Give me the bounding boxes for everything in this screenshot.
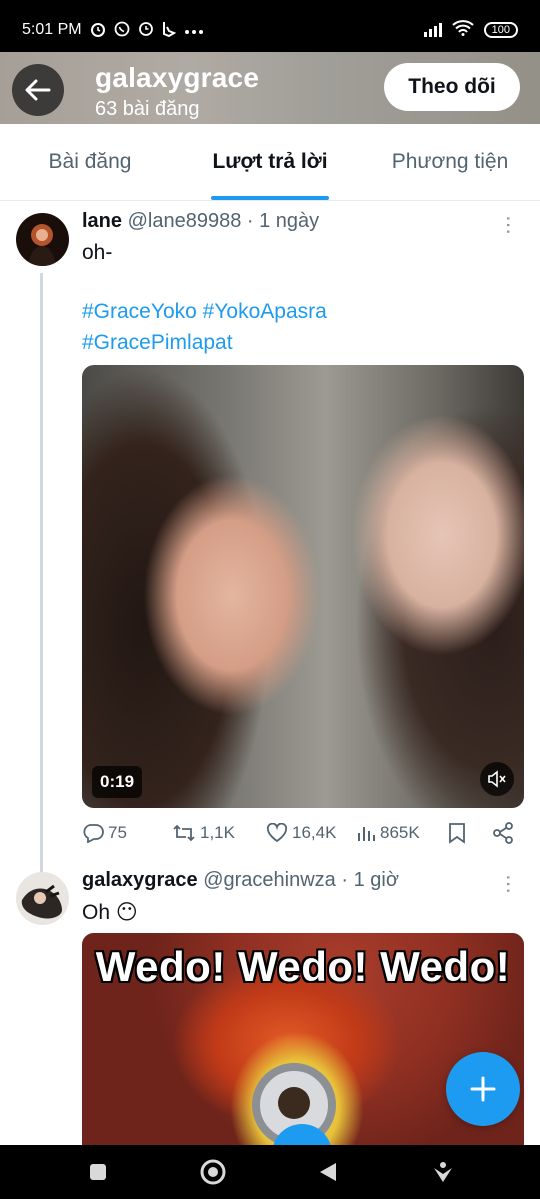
post-count: 63 bài đăng	[95, 98, 200, 120]
avatar[interactable]	[16, 213, 69, 266]
tweet-actions: 75 1,1K 16,4K 865K	[82, 818, 522, 848]
analytics-icon	[358, 827, 375, 841]
thread-line	[40, 273, 43, 873]
signal-icon	[423, 23, 442, 37]
heart-icon	[266, 823, 288, 843]
tab-posts[interactable]: Bài đăng	[0, 124, 180, 200]
bookmark-icon	[449, 823, 465, 844]
notification-icons	[90, 21, 204, 40]
tweet-time[interactable]: · 1 ngày	[247, 210, 319, 232]
status-time: 5:01 PM	[22, 21, 82, 38]
battery-icon: 100	[483, 22, 518, 38]
profile-name: galaxygrace	[95, 62, 260, 93]
author-name[interactable]: galaxygrace	[82, 869, 198, 891]
back-button[interactable]	[12, 64, 64, 116]
assistant-icon	[433, 1162, 452, 1182]
arrow-left-icon	[25, 79, 51, 101]
square-icon	[89, 1164, 106, 1180]
bookmark-button[interactable]	[448, 822, 492, 844]
system-nav-bar	[0, 1145, 540, 1199]
speaker-muted-icon	[488, 770, 506, 788]
wifi-icon	[451, 19, 474, 41]
avatar[interactable]	[16, 872, 69, 925]
author-name[interactable]: lane	[82, 210, 122, 232]
tab-label: Phương tiện	[391, 150, 509, 173]
back-nav-button[interactable]	[308, 1152, 348, 1192]
avatar-image	[16, 213, 69, 266]
author-handle[interactable]: @lane89988	[128, 210, 242, 232]
home-button[interactable]	[193, 1152, 233, 1192]
retweet-button[interactable]: 1,1K	[172, 823, 266, 843]
reply-count: 75	[108, 823, 127, 842]
plus-icon	[470, 1076, 496, 1102]
reply-button[interactable]: 75	[82, 823, 172, 843]
avatar-image	[16, 872, 69, 925]
tweet-text: Oh 😶	[82, 901, 138, 924]
retweet-icon	[173, 824, 195, 842]
share-button[interactable]	[492, 822, 522, 844]
like-count: 16,4K	[292, 823, 337, 842]
assistant-button[interactable]	[423, 1152, 463, 1192]
recents-button[interactable]	[78, 1152, 118, 1192]
video-player[interactable]: 0:19	[82, 365, 524, 808]
tab-label: Lượt trả lời	[212, 150, 328, 173]
follow-button[interactable]: Theo dõi	[384, 63, 520, 111]
retweet-count: 1,1K	[200, 823, 235, 842]
author-handle[interactable]: @gracehinwza	[203, 869, 336, 891]
share-icon	[493, 822, 513, 844]
hashtag-line[interactable]: #GracePimlapat	[82, 331, 233, 355]
more-icon	[184, 23, 204, 38]
triangle-back-icon	[319, 1163, 336, 1181]
status-bar: 5:01 PM 100	[0, 0, 540, 60]
alarm-clock-icon	[90, 21, 106, 40]
tweet-meta: lane @lane89988 · 1 ngày	[82, 210, 319, 233]
mute-button[interactable]	[480, 762, 514, 796]
more-options-icon[interactable]: ⋯	[497, 874, 519, 894]
video-frame	[82, 365, 524, 808]
tab-media[interactable]: Phương tiện	[360, 124, 540, 200]
views-button[interactable]: 865K	[356, 823, 448, 843]
tab-label: Bài đăng	[48, 150, 132, 173]
tweet[interactable]: lane @lane89988 · 1 ngày ⋯ oh- #GraceYok…	[0, 201, 540, 873]
tweet-text: oh-	[82, 241, 113, 264]
tab-replies[interactable]: Lượt trả lời	[180, 124, 360, 200]
video-duration: 0:19	[92, 766, 143, 798]
profile-tabs: Bài đăng Lượt trả lời Phương tiện	[0, 124, 540, 201]
more-options-icon[interactable]: ⋯	[497, 215, 519, 235]
profile-header: galaxygrace 63 bài đăng Theo dõi	[0, 52, 540, 124]
like-button[interactable]: 16,4K	[266, 823, 356, 843]
status-right: 100	[423, 19, 518, 41]
alarm-icon	[138, 21, 154, 40]
reply-icon	[83, 824, 104, 843]
compose-button[interactable]	[446, 1052, 520, 1126]
circle-icon	[200, 1159, 225, 1185]
view-count: 865K	[380, 823, 420, 842]
bing-icon	[162, 21, 176, 40]
tweet-time[interactable]: · 1 giờ	[341, 869, 399, 891]
tweet-meta: galaxygrace @gracehinwza · 1 giờ	[82, 869, 399, 892]
hashtag-line[interactable]: #GraceYoko #YokoApasra	[82, 300, 327, 324]
active-tab-indicator	[211, 196, 329, 200]
whatsapp-icon	[114, 21, 130, 40]
gif-caption: Wedo! Wedo! Wedo!	[95, 943, 511, 990]
